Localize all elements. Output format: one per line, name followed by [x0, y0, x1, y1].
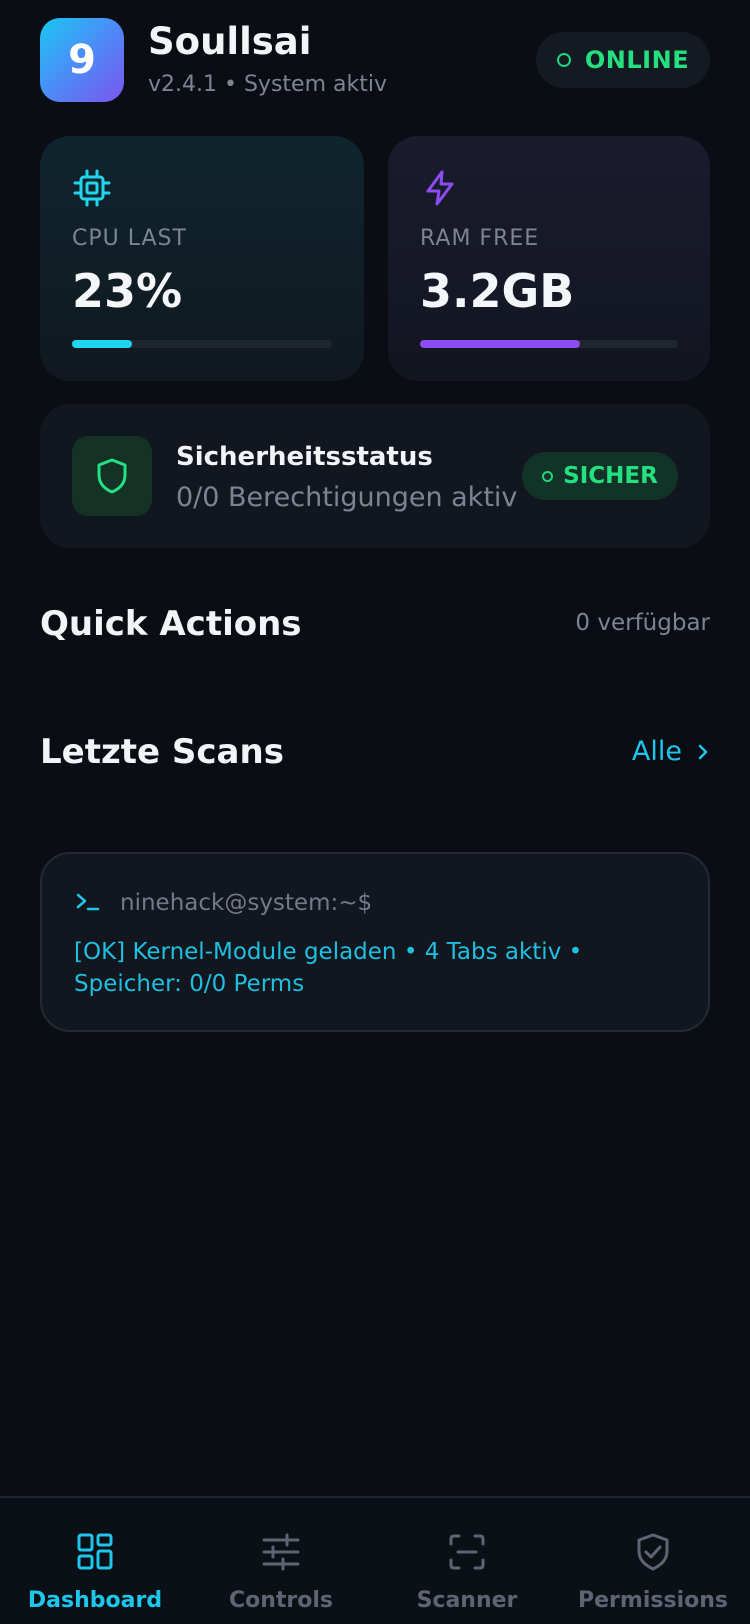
scan-frame-icon: [449, 1534, 485, 1570]
security-safe-badge: SICHER: [522, 452, 678, 500]
nav-tab-dashboard[interactable]: Dashboard: [0, 1530, 190, 1613]
security-title: Sicherheitsstatus: [176, 442, 433, 472]
dashboard-grid-icon: [77, 1533, 113, 1570]
nav-tab-scanner[interactable]: Scanner: [372, 1530, 562, 1613]
bottom-navigation: Dashboard Controls Scanner Permissions: [0, 1496, 750, 1624]
terminal-prompt: ninehack@system:~$: [120, 890, 373, 916]
ram-progress-track: [420, 340, 678, 348]
chevron-right-icon: [698, 744, 708, 759]
cpu-stat-card[interactable]: CPU LAST 23%: [40, 136, 364, 381]
online-status-text: ONLINE: [584, 46, 690, 74]
nav-tab-permissions[interactable]: Permissions: [558, 1530, 748, 1613]
terminal-output: [OK] Kernel-Module geladen • 4 Tabs akti…: [74, 939, 583, 997]
cpu-value: 23%: [72, 264, 183, 318]
cpu-progress-track: [72, 340, 332, 348]
recent-scans-title: Letzte Scans: [40, 732, 284, 772]
terminal-log-card: ninehack@system:~$ [OK] Kernel-Module ge…: [40, 852, 710, 1032]
security-icon-box: [72, 436, 152, 516]
lightning-icon: [426, 170, 454, 206]
nav-label-permissions: Permissions: [578, 1588, 728, 1613]
terminal-icon: [76, 893, 100, 911]
nav-label-scanner: Scanner: [416, 1588, 518, 1613]
ram-value: 3.2GB: [420, 264, 575, 318]
cpu-progress-fill: [72, 340, 132, 348]
cpu-label: CPU LAST: [72, 226, 187, 251]
app-logo: 9: [40, 18, 124, 102]
cpu-chip-icon: [73, 169, 111, 207]
quick-actions-title: Quick Actions: [40, 604, 302, 644]
ram-progress-fill: [420, 340, 580, 348]
quick-actions-count: 0 verfügbar: [575, 610, 710, 636]
view-all-label: Alle: [631, 736, 682, 767]
shield-check-icon: [637, 1533, 669, 1571]
app-title: Soullsai: [148, 20, 312, 63]
view-all-scans-link[interactable]: Alle: [632, 736, 710, 767]
ram-label: RAM FREE: [420, 226, 540, 251]
ram-stat-card[interactable]: RAM FREE 3.2GB: [388, 136, 710, 381]
safe-badge-text: SICHER: [563, 463, 658, 489]
sliders-icon: [262, 1533, 300, 1571]
security-status-card[interactable]: Sicherheitsstatus 0/0 Berechtigungen akt…: [40, 404, 710, 548]
app-header: 9 Soullsai v2.4.1 • System aktiv ONLINE: [40, 18, 710, 102]
online-status-badge: ONLINE: [536, 32, 710, 88]
nav-tab-controls[interactable]: Controls: [186, 1530, 376, 1613]
safe-dot-icon: [542, 470, 554, 482]
shield-icon: [97, 458, 127, 494]
nav-label-controls: Controls: [228, 1588, 334, 1613]
status-dot-icon: [556, 53, 571, 67]
security-subtitle: 0/0 Berechtigungen aktiv: [176, 482, 518, 513]
app-version-status: v2.4.1 • System aktiv: [148, 72, 387, 97]
nav-label-dashboard: Dashboard: [27, 1588, 163, 1613]
